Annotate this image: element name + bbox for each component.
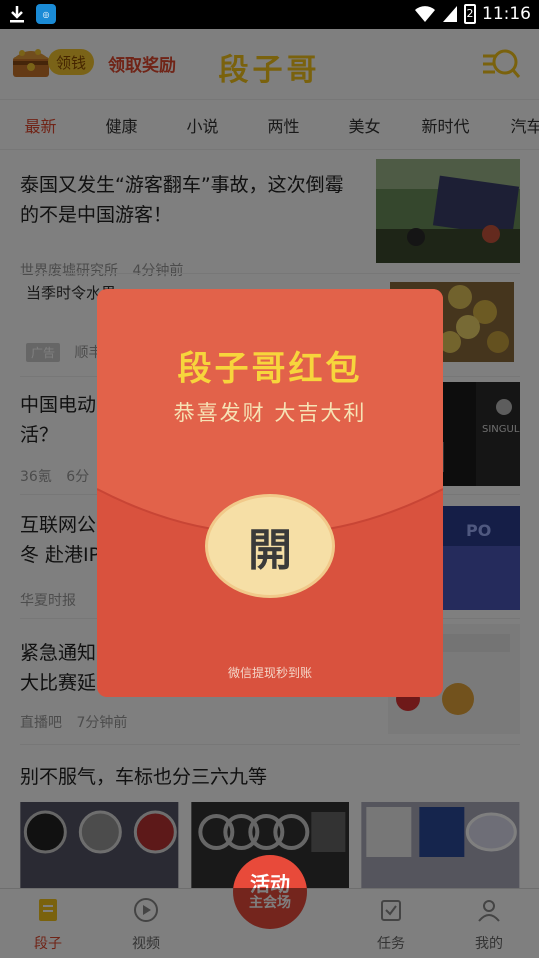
person-icon bbox=[478, 900, 500, 922]
open-envelope-button[interactable]: 開 bbox=[205, 494, 335, 598]
envelope-subtitle: 恭喜发财 大吉大利 bbox=[173, 401, 367, 425]
battery-icon: 2 bbox=[464, 4, 476, 24]
activity-label-line1: 活动 bbox=[250, 872, 290, 896]
download-icon bbox=[10, 6, 24, 23]
nav-tasks[interactable]: 任务 bbox=[356, 897, 426, 953]
envelope-title: 段子哥红包 bbox=[177, 349, 363, 389]
play-icon bbox=[134, 898, 158, 922]
nav-video[interactable]: 视频 bbox=[111, 897, 181, 953]
clock: 11:16 bbox=[482, 4, 531, 24]
nav-jokes[interactable]: 段子 bbox=[13, 897, 83, 953]
app-notification-icon: ◎ bbox=[36, 4, 56, 24]
nav-video-label: 视频 bbox=[132, 936, 160, 952]
nav-profile-label: 我的 bbox=[475, 936, 503, 952]
activity-hub-button[interactable]: 活动 主会场 bbox=[233, 855, 307, 929]
activity-label-line2: 主会场 bbox=[249, 895, 291, 911]
checklist-icon bbox=[381, 900, 401, 921]
signal-icon bbox=[443, 6, 457, 22]
red-envelope-modal: 段子哥红包 恭喜发财 大吉大利 開 微信提现秒到账 bbox=[97, 289, 443, 697]
nav-tasks-label: 任务 bbox=[377, 936, 405, 952]
status-bar: ◎ 2 11:16 bbox=[0, 0, 539, 29]
wifi-icon bbox=[415, 6, 435, 22]
doc-icon bbox=[39, 899, 57, 921]
battery-level: 2 bbox=[466, 7, 474, 20]
nav-jokes-label: 段子 bbox=[34, 936, 62, 952]
nav-profile[interactable]: 我的 bbox=[454, 897, 524, 953]
envelope-footer: 微信提现秒到账 bbox=[227, 666, 312, 680]
